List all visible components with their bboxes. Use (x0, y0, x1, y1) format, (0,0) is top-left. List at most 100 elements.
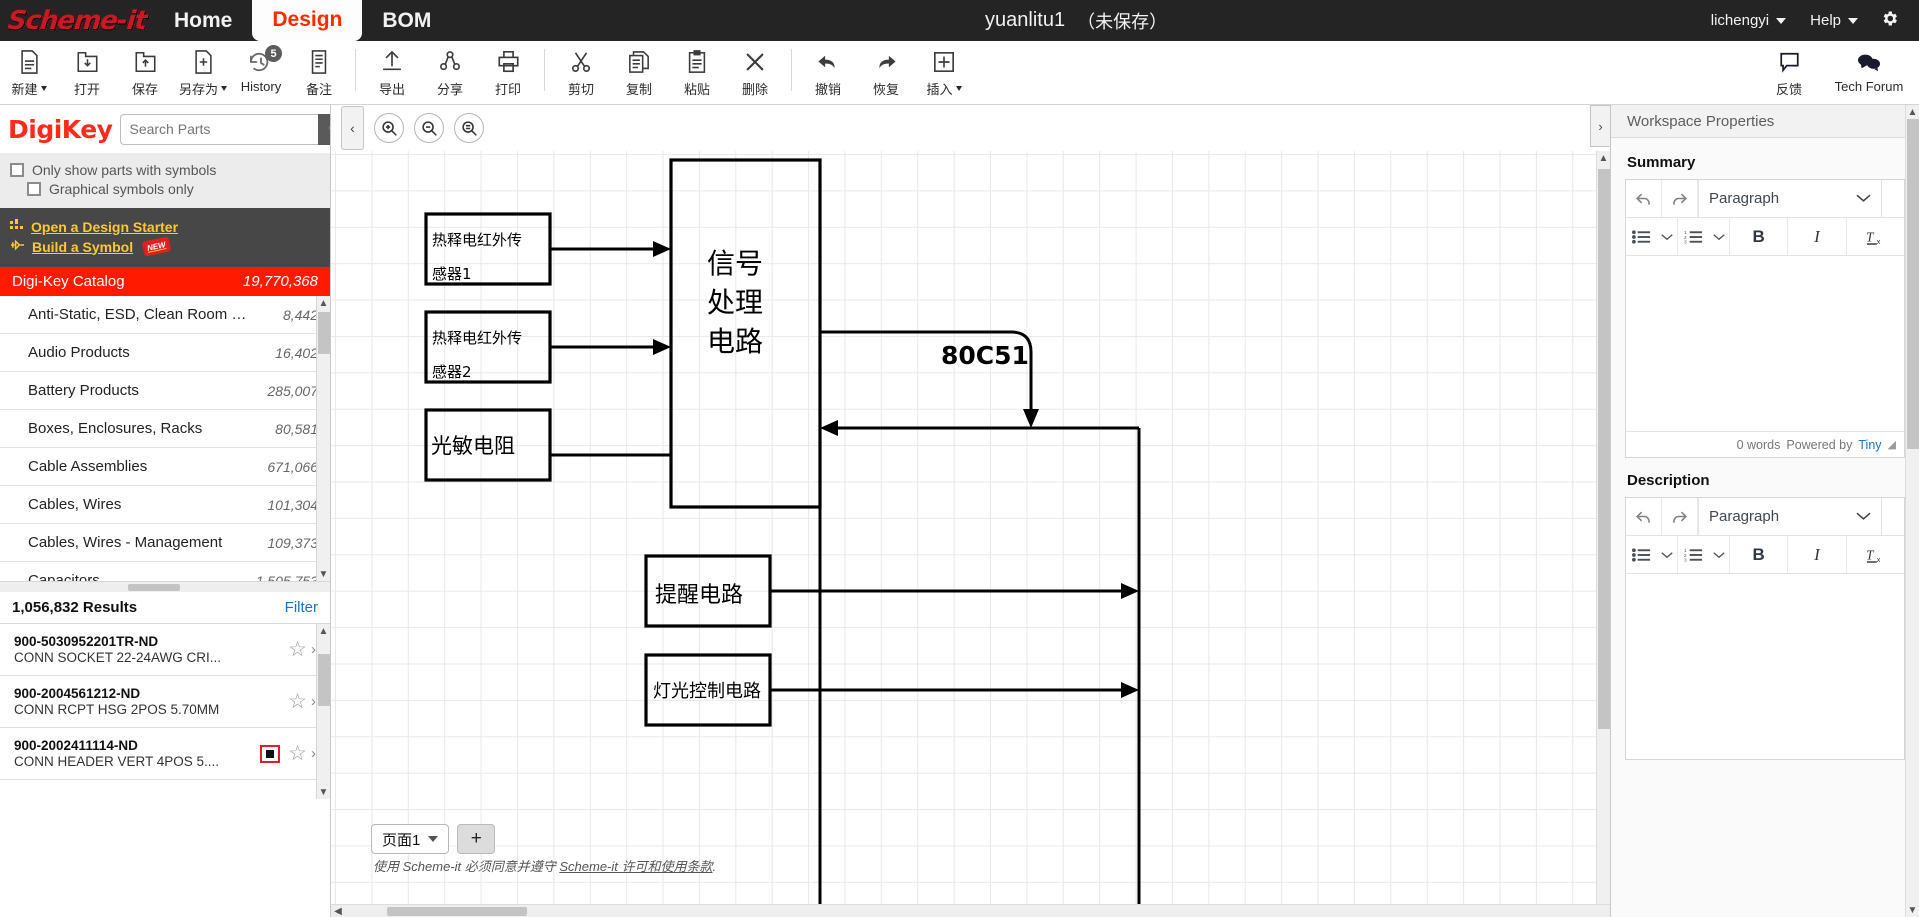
search-input[interactable] (120, 113, 319, 145)
numbered-list-dropdown-icon[interactable] (1708, 218, 1730, 255)
scrollbar-thumb[interactable] (1907, 119, 1919, 449)
link-open-design-starter[interactable]: Open a Design Starter (10, 218, 320, 235)
scrollbar-thumb[interactable] (318, 654, 330, 706)
toolbar-button-paste[interactable]: 粘贴 (668, 45, 726, 98)
favorite-star-icon[interactable]: ☆ (288, 637, 307, 662)
toolbar-button-undo[interactable]: 撤销 (799, 45, 857, 98)
results-filter-link[interactable]: Filter (285, 599, 318, 616)
bullet-list-icon[interactable] (1626, 218, 1656, 255)
bullet-list-dropdown-icon[interactable] (1656, 218, 1678, 255)
italic-icon[interactable]: I (1788, 536, 1847, 573)
toolbar-button-share[interactable]: 分享 (421, 45, 479, 98)
numbered-list-icon[interactable]: 123 (1678, 218, 1708, 255)
help-menu[interactable]: Help (1800, 12, 1868, 29)
bold-icon[interactable]: B (1730, 536, 1789, 573)
summary-toolbar-overflow[interactable] (1882, 180, 1904, 217)
right-panel-scrollbar[interactable]: ▲ ▼ (1905, 105, 1919, 917)
checkbox-row-symbols[interactable]: Only show parts with symbols (10, 162, 320, 178)
scrollbar-thumb[interactable] (387, 907, 527, 916)
favorite-star-icon[interactable]: ☆ (288, 741, 307, 766)
redo-icon[interactable] (1662, 180, 1698, 217)
list-item[interactable]: Cable Assemblies 671,066 (0, 448, 330, 486)
description-text-area[interactable] (1626, 574, 1904, 759)
toolbar-button-save[interactable]: 保存 (116, 45, 174, 98)
chevron-left-icon[interactable]: ◀ (331, 905, 345, 917)
chevron-down-icon[interactable]: ▼ (1906, 903, 1919, 917)
toolbar-button-print[interactable]: 打印 (479, 45, 537, 98)
list-item[interactable]: Anti-Static, ESD, Clean Room … 8,442 (0, 296, 330, 334)
summary-text-area[interactable] (1626, 256, 1904, 431)
toolbar-button-redo[interactable]: 恢复 (857, 45, 915, 98)
chevron-down-icon[interactable]: ▼ (317, 785, 330, 799)
favorite-star-icon[interactable]: ☆ (288, 689, 307, 714)
toolbar-button-feedback[interactable]: 反馈 (1749, 45, 1829, 98)
add-page-button[interactable]: + (457, 824, 496, 854)
gear-icon[interactable] (1872, 9, 1907, 32)
chevron-up-icon[interactable]: ▲ (317, 296, 330, 310)
list-item[interactable]: 900-2002411114-ND CONN HEADER VERT 4POS … (0, 728, 330, 780)
checkbox-graphical-only[interactable] (27, 182, 41, 196)
resize-grip-icon[interactable]: ◢ (1888, 438, 1896, 451)
toolbar-button-insert[interactable]: 插入 (915, 45, 973, 98)
chevron-down-icon[interactable]: ▼ (317, 567, 330, 581)
toolbar-button-save-as[interactable]: 另存为 (174, 45, 232, 98)
numbered-list-icon[interactable]: 123 (1678, 536, 1708, 573)
list-item[interactable]: Cables, Wires 101,304 (0, 486, 330, 524)
bold-icon[interactable]: B (1730, 218, 1789, 255)
tiny-link[interactable]: Tiny (1858, 438, 1881, 452)
canvas-horizontal-scrollbar[interactable]: ◀ (331, 904, 1610, 917)
results-list-scrollbar[interactable]: ▲ ▼ (316, 624, 330, 799)
diagram-grid[interactable]: 热释电红外传 感器1 热释电红外传 感器2 光敏电阻 信号 处理 电路 提醒电路… (331, 151, 1610, 917)
chevron-up-icon[interactable]: ▲ (1597, 151, 1610, 165)
zoom-in-button[interactable] (374, 113, 404, 143)
bullet-list-dropdown-icon[interactable] (1656, 536, 1678, 573)
undo-icon[interactable] (1626, 180, 1662, 217)
nav-tab-home[interactable]: Home (154, 0, 252, 41)
page-tab-1[interactable]: 页面1 (371, 824, 450, 854)
nav-tab-design[interactable]: Design (252, 0, 363, 41)
toolbar-button-new[interactable]: 新建 (0, 45, 58, 98)
toolbar-button-history[interactable]: 5 History (232, 45, 290, 94)
numbered-list-dropdown-icon[interactable] (1708, 536, 1730, 573)
chevron-up-icon[interactable]: ▲ (317, 624, 330, 638)
toolbar-button-open[interactable]: 打开 (58, 45, 116, 98)
toolbar-button-export[interactable]: 导出 (363, 45, 421, 98)
list-item[interactable]: Boxes, Enclosures, Racks 80,581 (0, 410, 330, 448)
search-button[interactable] (318, 113, 330, 145)
terms-link[interactable]: Scheme-it 许可和使用条款 (559, 859, 712, 874)
catalog-horizontal-scrollbar[interactable] (0, 581, 330, 592)
category-list-scrollbar[interactable]: ▲ ▼ (316, 296, 330, 581)
list-item[interactable]: Cables, Wires - Management 109,373 (0, 524, 330, 562)
description-toolbar-overflow[interactable] (1882, 498, 1904, 535)
catalog-header[interactable]: Digi-Key Catalog 19,770,368 (0, 267, 330, 296)
italic-icon[interactable]: I (1788, 218, 1847, 255)
zoom-out-button[interactable] (414, 113, 444, 143)
list-item[interactable]: Battery Products 285,007 (0, 372, 330, 410)
scrollbar-thumb[interactable] (1598, 169, 1610, 729)
toolbar-button-cut[interactable]: 剪切 (552, 45, 610, 98)
redo-icon[interactable] (1662, 498, 1698, 535)
nav-tab-bom[interactable]: BOM (362, 0, 451, 41)
link-build-a-symbol[interactable]: Build a Symbol NEW (10, 236, 320, 257)
zoom-fit-button[interactable] (454, 113, 484, 143)
user-menu[interactable]: lichengyi (1701, 12, 1796, 29)
bullet-list-icon[interactable] (1626, 536, 1656, 573)
description-format-select[interactable]: Paragraph (1698, 498, 1882, 535)
collapse-left-panel-button[interactable]: ‹ (341, 106, 364, 150)
undo-icon[interactable] (1626, 498, 1662, 535)
scrollbar-thumb[interactable] (128, 584, 180, 591)
list-item[interactable]: 900-5030952201TR-ND CONN SOCKET 22-24AWG… (0, 624, 330, 676)
clear-format-icon[interactable]: Tx (1847, 536, 1904, 573)
chevron-down-icon[interactable] (428, 836, 439, 842)
scheme-it-logo[interactable]: Scheme-it (0, 0, 154, 41)
canvas-vertical-scrollbar[interactable]: ▲ ▼ (1596, 151, 1610, 917)
checkbox-row-graphical[interactable]: Graphical symbols only (10, 181, 320, 197)
summary-format-select[interactable]: Paragraph (1698, 180, 1882, 217)
list-item[interactable]: 900-2004561212-ND CONN RCPT HSG 2POS 5.7… (0, 676, 330, 728)
list-item[interactable]: Capacitors 1,505,753 (0, 562, 330, 581)
list-item[interactable]: Audio Products 16,402 (0, 334, 330, 372)
symbol-available-icon[interactable] (260, 744, 281, 763)
clear-format-icon[interactable]: Tx (1847, 218, 1904, 255)
toolbar-button-tech-forum[interactable]: Tech Forum (1829, 45, 1909, 98)
collapse-right-panel-button[interactable]: › (1590, 105, 1611, 147)
